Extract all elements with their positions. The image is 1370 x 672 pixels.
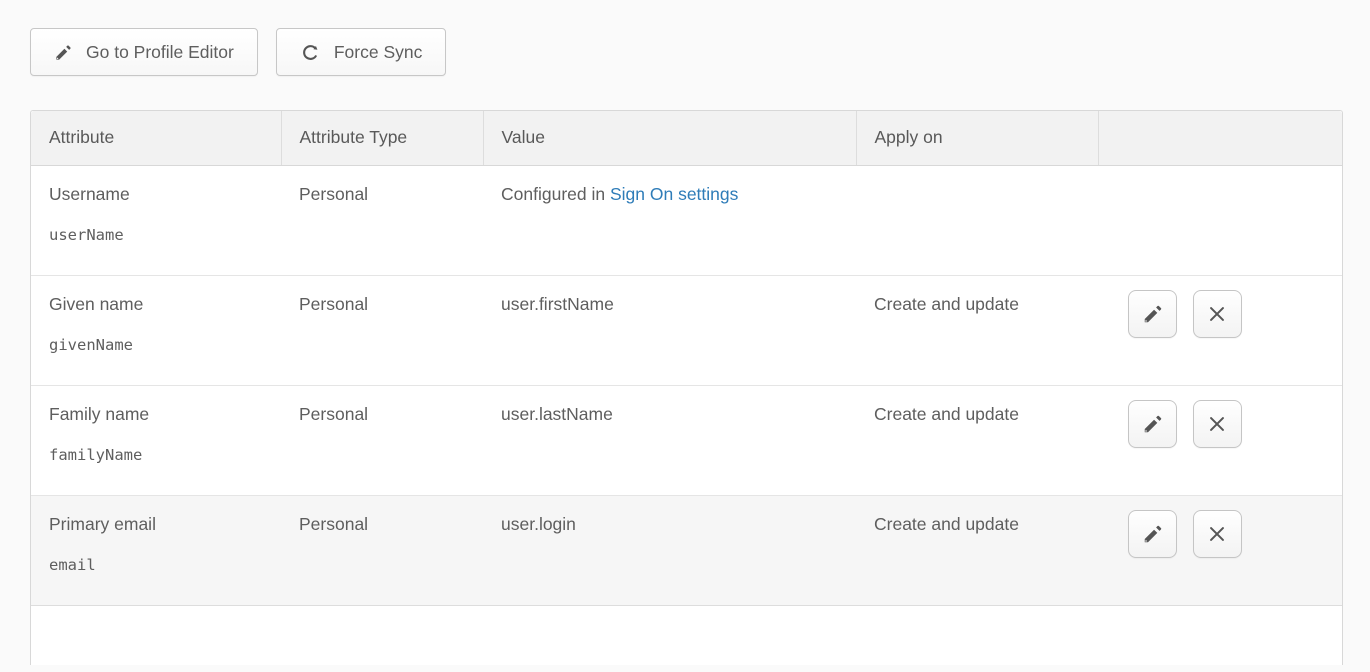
toolbar: Go to Profile Editor Force Sync bbox=[30, 28, 1370, 76]
attribute-label: Family name bbox=[49, 404, 271, 425]
apply-on-cell: Create and update bbox=[856, 275, 1098, 385]
attribute-type-cell: Personal bbox=[281, 275, 483, 385]
table-row: Family name familyName Personal user.las… bbox=[31, 385, 1342, 495]
force-sync-label: Force Sync bbox=[334, 42, 423, 63]
value-cell: user.lastName bbox=[483, 385, 856, 495]
sign-on-settings-link[interactable]: Sign On settings bbox=[610, 184, 738, 204]
x-icon bbox=[1206, 523, 1228, 545]
column-header-actions bbox=[1098, 111, 1342, 165]
attribute-type-value: Personal bbox=[299, 294, 368, 314]
attribute-mappings-table: Attribute Attribute Type Value Apply on … bbox=[30, 110, 1343, 665]
edit-mapping-button[interactable] bbox=[1128, 290, 1177, 338]
attribute-cell: Primary email email bbox=[31, 495, 281, 605]
table-row: Given name givenName Personal user.first… bbox=[31, 275, 1342, 385]
value-cell: user.firstName bbox=[483, 275, 856, 385]
edit-mapping-button[interactable] bbox=[1128, 400, 1177, 448]
mapping-value: user.lastName bbox=[501, 404, 613, 424]
table-row: Primary email email Personal user.login … bbox=[31, 495, 1342, 605]
pencil-icon bbox=[1142, 413, 1164, 435]
pencil-icon bbox=[1142, 303, 1164, 325]
attribute-label: Username bbox=[49, 184, 271, 205]
table-row: Username userName Personal Configured in… bbox=[31, 165, 1342, 275]
attribute-type-value: Personal bbox=[299, 404, 368, 424]
refresh-icon bbox=[300, 42, 321, 63]
actions-cell bbox=[1098, 495, 1342, 605]
value-cell: Configured in Sign On settings bbox=[483, 165, 856, 275]
apply-on-cell: Create and update bbox=[856, 385, 1098, 495]
force-sync-button[interactable]: Force Sync bbox=[276, 28, 447, 76]
mapping-value: Configured in bbox=[501, 184, 610, 204]
column-header-attribute: Attribute bbox=[31, 111, 281, 165]
partial-row-cell bbox=[31, 605, 1342, 665]
attribute-type-cell: Personal bbox=[281, 385, 483, 495]
delete-mapping-button[interactable] bbox=[1193, 510, 1242, 558]
pencil-icon bbox=[54, 43, 73, 62]
actions-cell bbox=[1098, 385, 1342, 495]
attribute-cell: Family name familyName bbox=[31, 385, 281, 495]
actions-cell bbox=[1098, 165, 1342, 275]
value-cell: user.login bbox=[483, 495, 856, 605]
x-icon bbox=[1206, 303, 1228, 325]
attribute-cell: Username userName bbox=[31, 165, 281, 275]
table-header-row: Attribute Attribute Type Value Apply on bbox=[31, 111, 1342, 165]
edit-mapping-button[interactable] bbox=[1128, 510, 1177, 558]
go-to-profile-editor-label: Go to Profile Editor bbox=[86, 42, 234, 63]
delete-mapping-button[interactable] bbox=[1193, 400, 1242, 448]
x-icon bbox=[1206, 413, 1228, 435]
apply-on-value: Create and update bbox=[874, 294, 1019, 314]
attribute-variable: familyName bbox=[49, 446, 271, 464]
attribute-type-cell: Personal bbox=[281, 495, 483, 605]
attribute-type-value: Personal bbox=[299, 514, 368, 534]
apply-on-value: Create and update bbox=[874, 514, 1019, 534]
apply-on-value: Create and update bbox=[874, 404, 1019, 424]
column-header-value: Value bbox=[483, 111, 856, 165]
pencil-icon bbox=[1142, 523, 1164, 545]
attribute-type-value: Personal bbox=[299, 184, 368, 204]
attribute-variable: email bbox=[49, 556, 271, 574]
actions-cell bbox=[1098, 275, 1342, 385]
go-to-profile-editor-button[interactable]: Go to Profile Editor bbox=[30, 28, 258, 76]
table-row-partial bbox=[31, 605, 1342, 665]
column-header-attribute-type: Attribute Type bbox=[281, 111, 483, 165]
attribute-cell: Given name givenName bbox=[31, 275, 281, 385]
attribute-variable: userName bbox=[49, 226, 271, 244]
attribute-label: Primary email bbox=[49, 514, 271, 535]
apply-on-cell: Create and update bbox=[856, 495, 1098, 605]
column-header-apply-on: Apply on bbox=[856, 111, 1098, 165]
attribute-type-cell: Personal bbox=[281, 165, 483, 275]
attribute-label: Given name bbox=[49, 294, 271, 315]
delete-mapping-button[interactable] bbox=[1193, 290, 1242, 338]
apply-on-cell bbox=[856, 165, 1098, 275]
attribute-variable: givenName bbox=[49, 336, 271, 354]
mapping-value: user.firstName bbox=[501, 294, 614, 314]
mapping-value: user.login bbox=[501, 514, 576, 534]
